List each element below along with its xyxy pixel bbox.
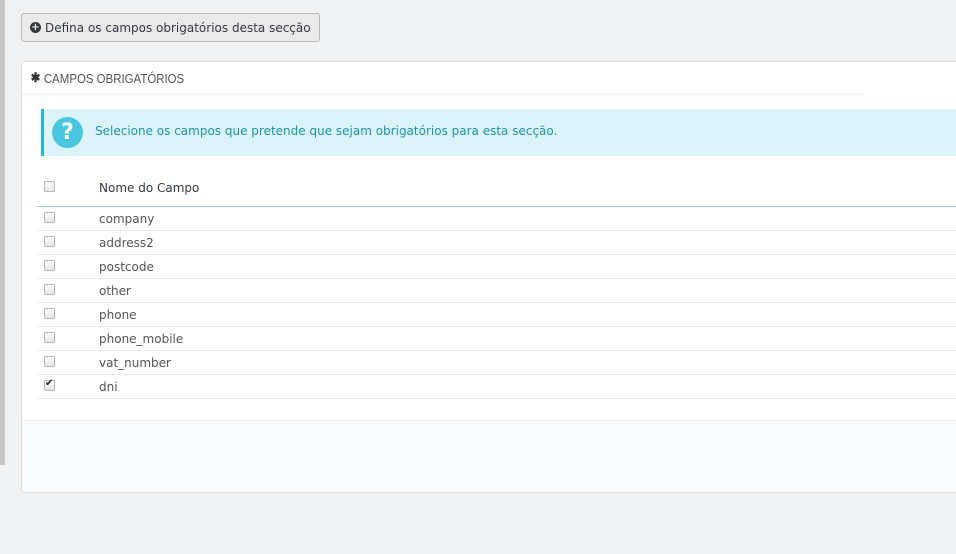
field-checkbox-postcode[interactable] (44, 259, 55, 271)
table-row: address2 (37, 230, 956, 255)
field-name: dni (99, 374, 956, 399)
asterisk-icon: ✱ (30, 70, 41, 85)
column-header-field-name: Nome do Campo (99, 169, 956, 207)
table-header-row: Nome do Campo (37, 169, 956, 207)
field-checkbox-vat_number[interactable] (44, 355, 55, 367)
field-checkbox-dni[interactable] (44, 378, 55, 391)
required-fields-table: Nome do Campo company address2 postcode oth… (37, 169, 956, 399)
panel-heading: ✱ CAMPOS OBRIGATÓRIOS (22, 62, 866, 95)
table-row: vat_number (37, 350, 956, 375)
field-name: other (99, 278, 956, 303)
required-fields-panel: ✱ CAMPOS OBRIGATÓRIOS ? Selecione os cam… (21, 61, 956, 493)
row-checkbox-cell (37, 302, 99, 327)
row-checkbox-cell (37, 206, 99, 231)
field-name: phone_mobile (99, 326, 956, 351)
field-checkbox-phone[interactable] (44, 307, 55, 319)
question-circle-icon: ? (52, 117, 83, 148)
table-row: postcode (37, 254, 956, 279)
table-row: company (37, 206, 956, 231)
select-all-cell (37, 169, 99, 207)
table-row: phone_mobile (37, 326, 956, 351)
select-all-checkbox[interactable] (44, 180, 55, 192)
row-checkbox-cell (37, 374, 99, 399)
row-checkbox-cell (37, 278, 99, 303)
row-checkbox-cell (37, 230, 99, 255)
row-checkbox-cell (37, 350, 99, 375)
info-alert: ? Selecione os campos que pretende que s… (41, 109, 956, 156)
table-row: other (37, 278, 956, 303)
define-required-fields-button[interactable]: + Defina os campos obrigatórios desta se… (21, 13, 320, 42)
plus-circle-icon: + (30, 22, 41, 33)
table-row: dni (37, 374, 956, 399)
field-name: phone (99, 302, 956, 327)
sidebar-edge (0, 0, 5, 465)
field-name: vat_number (99, 350, 956, 375)
field-checkbox-phone_mobile[interactable] (44, 331, 55, 343)
field-name: address2 (99, 230, 956, 255)
field-name: postcode (99, 254, 956, 279)
field-checkbox-address2[interactable] (44, 235, 55, 247)
define-required-fields-label: Defina os campos obrigatórios desta secç… (45, 20, 311, 35)
field-checkbox-other[interactable] (44, 283, 55, 295)
field-name: company (99, 206, 956, 231)
row-checkbox-cell (37, 254, 99, 279)
table-row: phone (37, 302, 956, 327)
panel-title: CAMPOS OBRIGATÓRIOS (43, 70, 185, 86)
row-checkbox-cell (37, 326, 99, 351)
info-alert-text: Selecione os campos que pretende que sej… (95, 124, 558, 138)
field-checkbox-company[interactable] (44, 211, 55, 223)
panel-footer (22, 420, 956, 492)
